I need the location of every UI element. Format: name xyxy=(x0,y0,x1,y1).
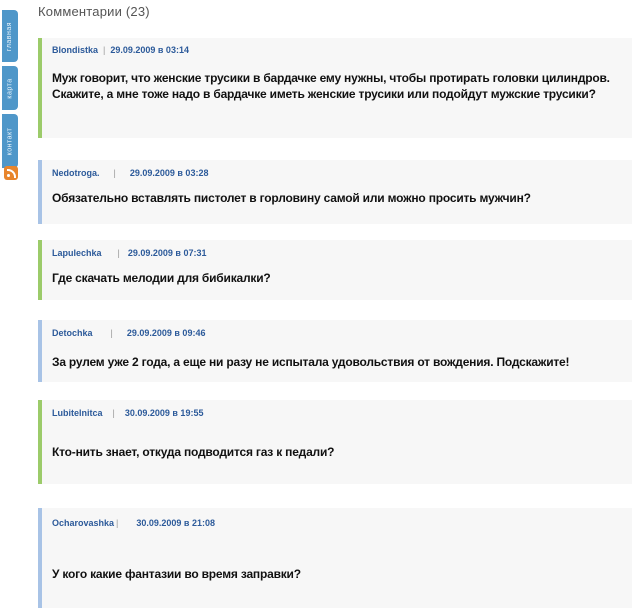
comment-author[interactable]: Blondistka xyxy=(52,45,98,55)
comment-item: Detochka | 29.09.2009 в 09:46 За рулем уже… xyxy=(38,320,632,382)
comment-text: Муж говорит, что женские трусики в барда… xyxy=(52,71,610,101)
comment-date: 29.09.2009 в 07:31 xyxy=(127,248,207,258)
comment-author[interactable]: Ocharovashka xyxy=(52,518,114,528)
comment-meta: Lapulechka | 29.09.2009 в 07:31 xyxy=(52,248,207,258)
comment-author[interactable]: Nedotroga. xyxy=(52,168,100,178)
comment-meta: Lubitelnitca | 30.09.2009 в 19:55 xyxy=(52,408,204,418)
comment-text: Где скачать мелодии для бибикалки? xyxy=(52,271,271,285)
side-tab-contact[interactable]: контакт xyxy=(2,114,18,168)
comment-item: Ocharovashka | 30.09.2009 в 21:08 У кого к… xyxy=(38,508,632,608)
comment-meta: Blondistka | 29.09.2009 в 03:14 xyxy=(52,45,189,55)
comment-meta: Nedotroga. | 29.09.2009 в 03:28 xyxy=(52,168,209,178)
comment-text: Кто-нить знает, откуда подводится газ к … xyxy=(52,445,335,459)
comment-item: Lapulechka | 29.09.2009 в 07:31 Где скачат… xyxy=(38,240,632,300)
comment-date: 29.09.2009 в 03:28 xyxy=(129,168,209,178)
comment-item: Blondistka | 29.09.2009 в 03:14 Муж говори… xyxy=(38,38,632,138)
comment-item: Nedotroga. | 29.09.2009 в 03:28 Обязательн… xyxy=(38,160,632,224)
comment-date: 30.09.2009 в 19:55 xyxy=(124,408,204,418)
comments-header: Комментарии (23) xyxy=(38,4,150,19)
comment-text: У кого какие фантазии во время заправки? xyxy=(52,567,301,581)
comment-item: Lubitelnitca | 30.09.2009 в 19:55 Кто-нить… xyxy=(38,400,632,484)
comment-date: 30.09.2009 в 21:08 xyxy=(136,518,215,528)
comment-author[interactable]: Lubitelnitca xyxy=(52,408,103,418)
comment-text: За рулем уже 2 года, а еще ни разу не ис… xyxy=(52,355,570,369)
side-tab-map[interactable]: карта xyxy=(2,66,18,110)
side-tab-home[interactable]: главная xyxy=(2,10,18,62)
comment-date: 29.09.2009 в 09:46 xyxy=(126,328,206,338)
rss-icon[interactable] xyxy=(4,166,18,180)
comment-author[interactable]: Detochka xyxy=(52,328,93,338)
comment-text: Обязательно вставлять пистолет в горлови… xyxy=(52,191,531,205)
comment-date: 29.09.2009 в 03:14 xyxy=(110,45,189,55)
comment-meta: Ocharovashka | 30.09.2009 в 21:08 xyxy=(52,518,215,528)
comment-meta: Detochka | 29.09.2009 в 09:46 xyxy=(52,328,206,338)
comment-author[interactable]: Lapulechka xyxy=(52,248,102,258)
